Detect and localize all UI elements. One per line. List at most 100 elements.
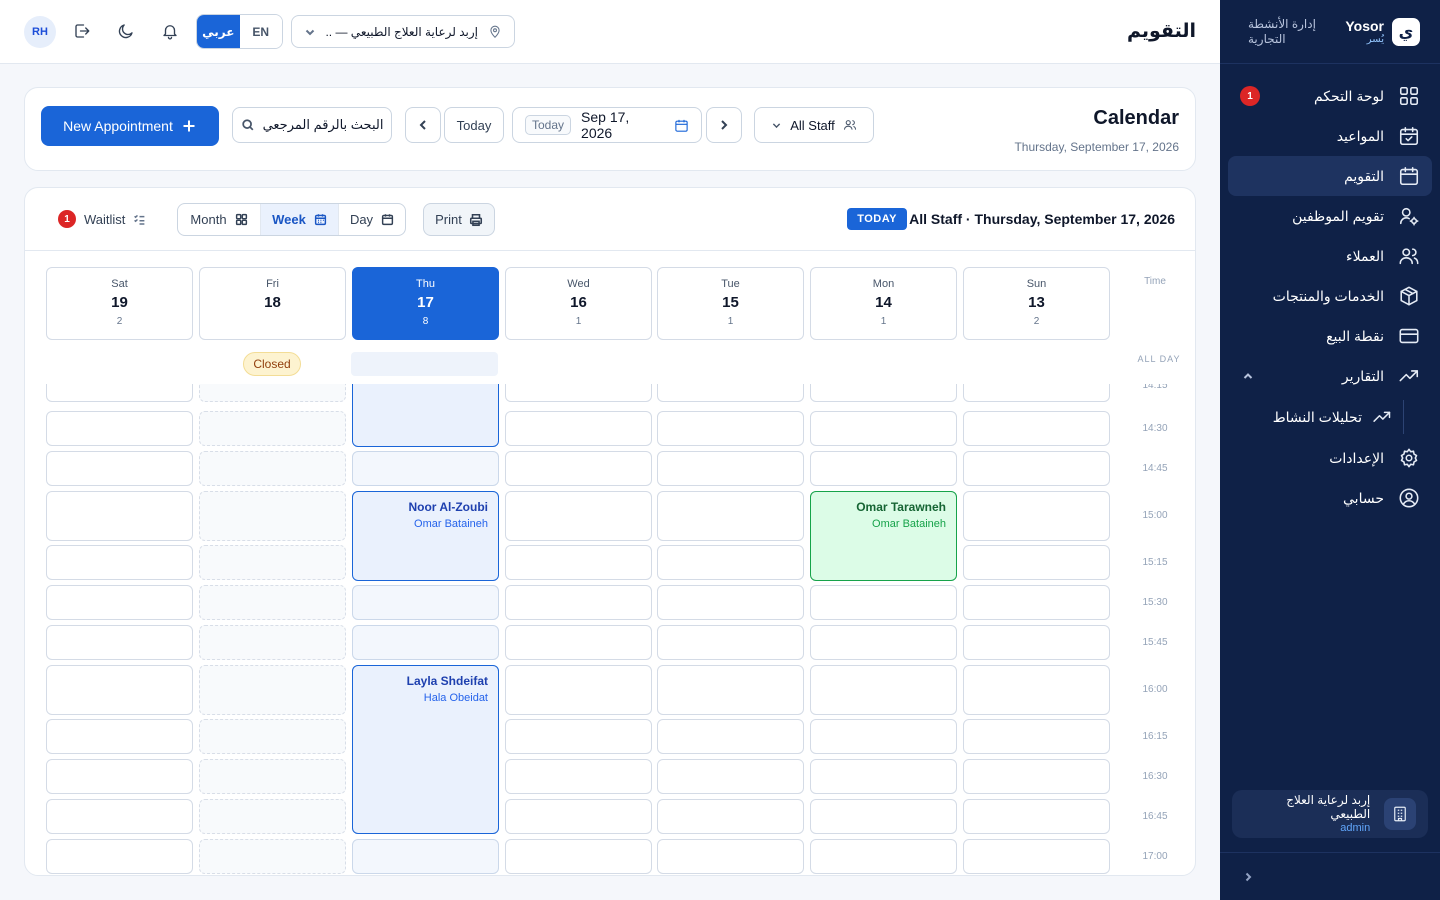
- appointment-block[interactable]: Noor Al-Zoubi Omar Bataineh: [352, 491, 499, 581]
- language-english-button[interactable]: EN: [239, 15, 282, 48]
- time-slot-cell[interactable]: [46, 384, 193, 402]
- reference-search-input[interactable]: البحث بالرقم المرجعي: [232, 107, 392, 143]
- time-slot-cell[interactable]: [46, 545, 193, 580]
- time-slot-cell[interactable]: [810, 451, 957, 486]
- time-slot-cell[interactable]: [810, 839, 957, 874]
- moon-icon[interactable]: [117, 22, 135, 40]
- time-slot-cell[interactable]: [810, 411, 957, 446]
- view-day-button[interactable]: Day: [339, 204, 405, 235]
- time-slot-cell[interactable]: [810, 719, 957, 754]
- date-today-chip[interactable]: Today: [525, 115, 572, 135]
- previous-date-button[interactable]: [405, 107, 441, 143]
- time-slot-cell[interactable]: [657, 411, 804, 446]
- chevron-right-icon[interactable]: [1242, 871, 1254, 883]
- time-slot-cell[interactable]: [963, 839, 1110, 874]
- view-month-button[interactable]: Month: [178, 204, 261, 235]
- sidebar-item-dashboard[interactable]: 1 لوحة التحكم: [1228, 76, 1432, 116]
- time-slot-cell[interactable]: [963, 451, 1110, 486]
- time-slot-cell[interactable]: [963, 384, 1110, 402]
- today-all-day-cell[interactable]: [351, 352, 498, 376]
- time-slot-cell[interactable]: [963, 799, 1110, 834]
- next-date-button[interactable]: [706, 107, 742, 143]
- time-slot-cell[interactable]: [46, 451, 193, 486]
- time-slot-cell[interactable]: [46, 665, 193, 715]
- time-slot-cell[interactable]: [657, 719, 804, 754]
- avatar[interactable]: RH: [24, 16, 56, 48]
- time-slot-cell[interactable]: [963, 719, 1110, 754]
- date-picker[interactable]: Today Sep 17, 2026: [512, 107, 702, 143]
- today-button[interactable]: Today: [444, 107, 504, 143]
- view-week-button[interactable]: Week: [261, 204, 339, 235]
- bell-icon[interactable]: [161, 22, 179, 40]
- brand-logo-group[interactable]: ي Yosor يُسر: [1345, 17, 1420, 46]
- time-slot-cell[interactable]: [46, 411, 193, 446]
- day-header-wed[interactable]: Wed 16 1: [505, 267, 652, 340]
- time-slot-cell[interactable]: [46, 625, 193, 660]
- time-slot-cell[interactable]: [963, 585, 1110, 620]
- language-arabic-button[interactable]: عربي: [197, 15, 240, 48]
- time-slot-cell[interactable]: [657, 384, 804, 402]
- time-slot-cell[interactable]: [657, 839, 804, 874]
- time-slot-cell[interactable]: [352, 839, 499, 874]
- sidebar-item-appointments[interactable]: المواعيد: [1228, 116, 1432, 156]
- appointment-block[interactable]: Layla Shdeifat Hala Obeidat: [352, 665, 499, 834]
- new-appointment-button[interactable]: New Appointment: [41, 106, 219, 146]
- time-slot-cell[interactable]: [505, 491, 652, 541]
- sidebar-item-staff-calendar[interactable]: تقويم الموظفين: [1228, 196, 1432, 236]
- day-header-mon[interactable]: Mon 14 1: [810, 267, 957, 340]
- day-header-fri[interactable]: Fri 18: [199, 267, 346, 340]
- time-slot-cell[interactable]: [46, 759, 193, 794]
- time-slot-cell[interactable]: [352, 625, 499, 660]
- time-slot-cell[interactable]: [657, 451, 804, 486]
- sidebar-item-services-products[interactable]: الخدمات والمنتجات: [1228, 276, 1432, 316]
- time-slot-cell[interactable]: [46, 719, 193, 754]
- time-slot-cell[interactable]: [352, 585, 499, 620]
- time-slot-cell[interactable]: [963, 491, 1110, 541]
- time-slot-cell[interactable]: [963, 665, 1110, 715]
- sidebar-subitem-activity-analytics[interactable]: تحليلات النشاط: [1228, 396, 1432, 438]
- time-slot-cell[interactable]: [505, 665, 652, 715]
- chevron-up-icon[interactable]: [1242, 370, 1254, 382]
- time-slot-cell[interactable]: [505, 545, 652, 580]
- time-slot-cell[interactable]: [657, 625, 804, 660]
- time-slot-cell[interactable]: [963, 625, 1110, 660]
- sidebar-item-point-of-sale[interactable]: نقطة البيع: [1228, 316, 1432, 356]
- time-slot-cell[interactable]: [657, 799, 804, 834]
- time-slot-cell[interactable]: [505, 451, 652, 486]
- time-slot-cell[interactable]: [963, 545, 1110, 580]
- time-slot-cell[interactable]: [352, 451, 499, 486]
- time-slot-cell[interactable]: [963, 411, 1110, 446]
- time-slot-cell[interactable]: [810, 799, 957, 834]
- day-header-sun[interactable]: Sun 13 2: [963, 267, 1110, 340]
- appointment-block[interactable]: [352, 384, 499, 447]
- sidebar-item-calendar[interactable]: التقويم: [1228, 156, 1432, 196]
- organization-card[interactable]: إربد لرعاية العلاج الطبيعي admin: [1232, 790, 1428, 838]
- time-slot-cell[interactable]: [46, 585, 193, 620]
- time-slot-cell[interactable]: [810, 384, 957, 402]
- time-slot-cell[interactable]: [657, 491, 804, 541]
- time-slot-cell[interactable]: [810, 665, 957, 715]
- time-slot-cell[interactable]: [810, 625, 957, 660]
- staff-filter-select[interactable]: All Staff: [754, 107, 874, 143]
- time-slot-cell[interactable]: [810, 585, 957, 620]
- time-slot-cell[interactable]: [505, 839, 652, 874]
- time-slot-cell[interactable]: [505, 759, 652, 794]
- time-slot-cell[interactable]: [505, 384, 652, 402]
- time-slot-cell[interactable]: [657, 585, 804, 620]
- time-slot-cell[interactable]: [505, 799, 652, 834]
- time-slot-cell[interactable]: [657, 545, 804, 580]
- sidebar-item-reports[interactable]: التقارير: [1228, 356, 1432, 396]
- time-slot-cell[interactable]: [657, 665, 804, 715]
- logout-icon[interactable]: [73, 22, 91, 40]
- time-slot-cell[interactable]: [505, 411, 652, 446]
- appointment-block[interactable]: Omar Tarawneh Omar Bataineh: [810, 491, 957, 581]
- day-header-sat[interactable]: Sat 19 2: [46, 267, 193, 340]
- time-slot-cell[interactable]: [963, 759, 1110, 794]
- time-slot-cell[interactable]: [46, 491, 193, 541]
- waitlist-button[interactable]: 1 Waitlist: [58, 210, 146, 228]
- time-slot-cell[interactable]: [505, 585, 652, 620]
- time-slot-cell[interactable]: [657, 759, 804, 794]
- day-header-thu[interactable]: Thu 17 8: [352, 267, 499, 340]
- sidebar-item-settings[interactable]: الإعدادات: [1228, 438, 1432, 478]
- time-slot-cell[interactable]: [46, 799, 193, 834]
